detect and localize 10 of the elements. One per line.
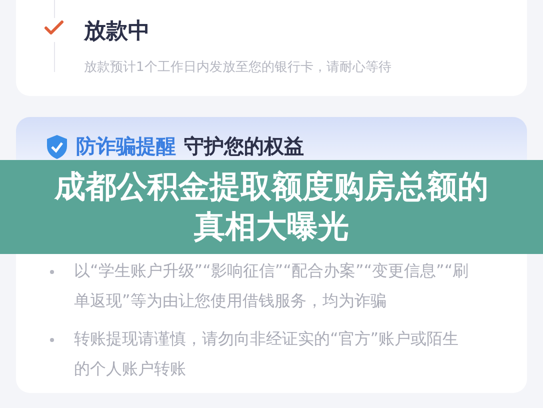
bullet-icon — [50, 270, 54, 274]
banner-title: 成都公积金提取额度购房总额的真相大曝光 — [53, 168, 490, 247]
bullet-icon — [50, 338, 54, 342]
notice-item: 以“学生账户升级”“影响征信”“配合办案”“变更信息”“刷单返现”等为由让您使用借钱服务，均为诈骗 — [74, 260, 470, 312]
notice-item: 转账提现请谨慎，请勿向非经证实的“官方”账户或陌生的个人账户转账 — [74, 328, 460, 380]
step-description: 放款预计1个工作日内发放至您的银行卡，请耐心等待 — [84, 59, 392, 76]
shield-icon — [46, 134, 68, 160]
step-title: 放款中 — [84, 18, 151, 46]
notice-title: 守护您的权益 — [184, 133, 304, 160]
notice-title-highlight: 防诈骗提醒 — [76, 133, 176, 160]
